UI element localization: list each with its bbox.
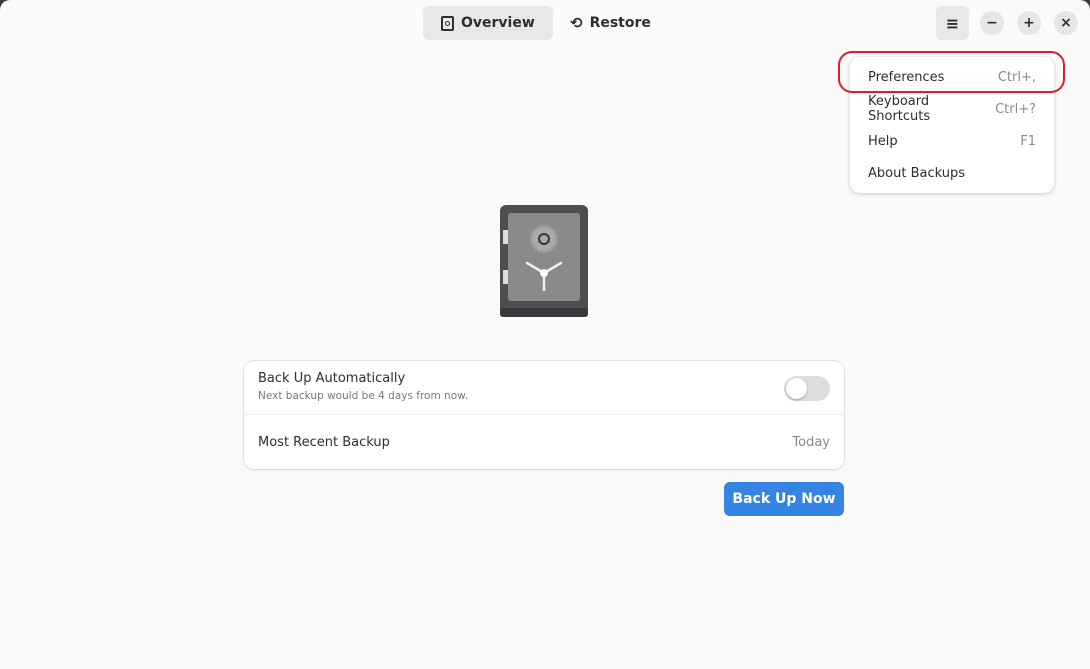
recent-backup-label: Most Recent Backup bbox=[258, 434, 390, 450]
close-button[interactable]: × bbox=[1054, 11, 1078, 35]
maximize-icon: + bbox=[1023, 15, 1035, 31]
recent-backup-value: Today bbox=[792, 434, 830, 450]
maximize-button[interactable]: + bbox=[1017, 11, 1041, 35]
menu-item-label: Keyboard Shortcuts bbox=[868, 94, 931, 124]
main-menu-button[interactable]: ≡ bbox=[936, 6, 969, 40]
tab-restore[interactable]: ⟲ Restore bbox=[552, 6, 669, 40]
backup-settings-card: Back Up Automatically Next backup would … bbox=[244, 361, 844, 469]
auto-backup-title: Back Up Automatically bbox=[258, 371, 406, 386]
tab-label: Overview bbox=[461, 15, 535, 31]
menu-item-keyboard-shortcuts[interactable]: Keyboard Shortcuts Ctrl+? bbox=[850, 93, 1054, 125]
auto-backup-subtitle: Next backup would be 4 days from now. bbox=[258, 390, 469, 402]
menu-item-help[interactable]: Help F1 bbox=[850, 125, 1054, 157]
minimize-icon: − bbox=[986, 15, 998, 31]
menu-item-accel: Ctrl+? bbox=[995, 101, 1036, 117]
auto-backup-toggle[interactable] bbox=[784, 376, 830, 401]
menu-item-label: About Backups bbox=[868, 165, 965, 181]
minimize-button[interactable]: − bbox=[980, 11, 1004, 35]
hamburger-icon: ≡ bbox=[945, 13, 960, 33]
safe-illustration bbox=[500, 205, 588, 317]
highlight-box bbox=[838, 51, 1065, 93]
history-icon: ⟲ bbox=[570, 14, 583, 32]
menu-item-label: Help bbox=[868, 133, 898, 149]
menu-item-about[interactable]: About Backups bbox=[850, 157, 1054, 189]
auto-backup-row: Back Up Automatically Next backup would … bbox=[244, 361, 844, 415]
tab-label: Restore bbox=[589, 15, 651, 31]
back-up-now-button[interactable]: Back Up Now bbox=[724, 482, 844, 516]
safe-icon bbox=[441, 15, 454, 31]
close-icon: × bbox=[1060, 15, 1072, 31]
menu-item-accel: F1 bbox=[1020, 133, 1036, 149]
recent-backup-row: Most Recent Backup Today bbox=[244, 415, 844, 469]
tab-overview[interactable]: Overview bbox=[423, 6, 553, 40]
app-window: Overview ⟲ Restore ≡ − + × Preferences Ct… bbox=[0, 0, 1090, 669]
